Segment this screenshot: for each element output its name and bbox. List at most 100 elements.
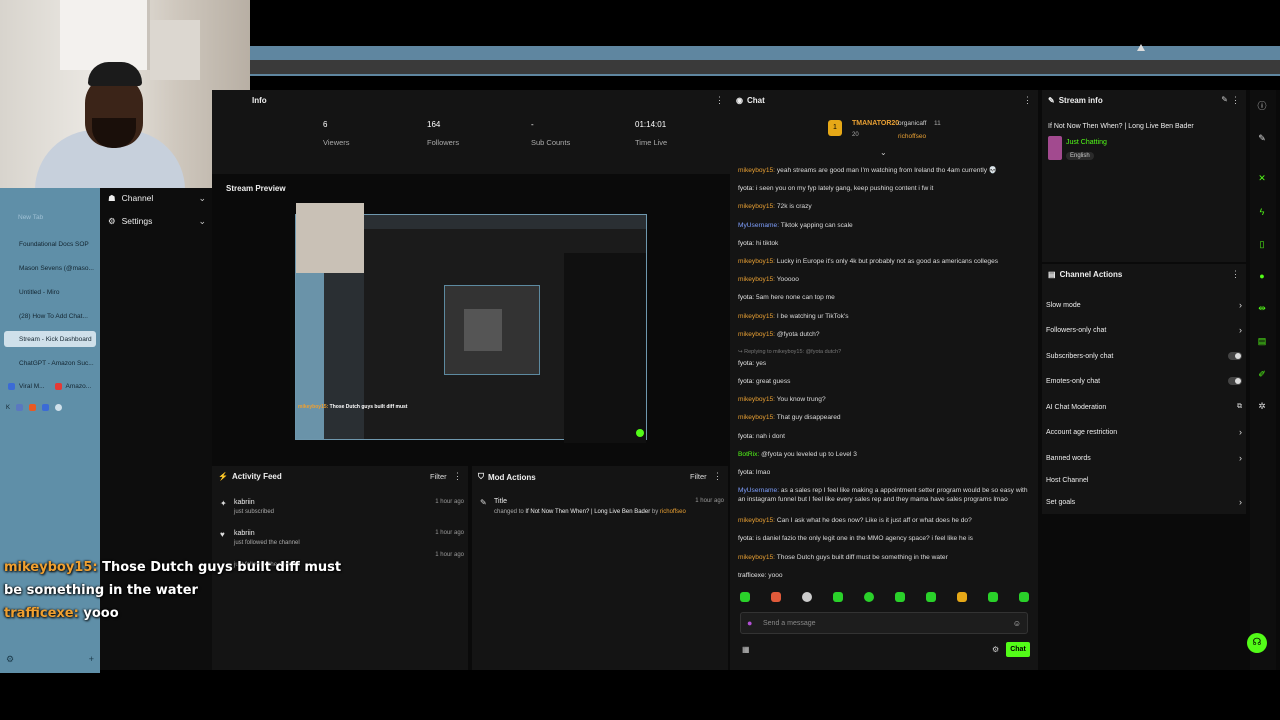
external-link-icon: ⧉ [1237,403,1242,410]
chat-username[interactable]: mikeyboy15: [738,276,775,283]
toggle-switch[interactable] [1228,352,1242,360]
emote-icon[interactable] [833,592,843,602]
action-subscribers-only[interactable]: Subscribers-only chat [1046,349,1242,363]
filter-button[interactable]: Filter [690,472,707,481]
settings-icon[interactable]: ⚙ [6,654,14,665]
pen-icon[interactable]: ✎ [1254,130,1270,146]
collapse-icon[interactable]: ⌄ [880,148,887,157]
category-link[interactable]: Just Chatting [1066,139,1107,146]
emote-icon[interactable] [802,592,812,602]
kebab-menu-icon[interactable]: ⋮ [1231,95,1240,106]
send-chat-button[interactable]: Chat [1006,642,1030,657]
toggle-switch[interactable] [1228,377,1242,385]
chat-username[interactable]: mikeyboy15: [738,331,775,338]
emote-icon[interactable] [988,592,998,602]
address-bar[interactable] [250,60,1280,74]
new-tab-button[interactable]: New Tab [18,214,43,221]
chat-message: mikeyboy15: 72k is crazy [738,202,1034,220]
action-emotes-only[interactable]: Emotes-only chat [1046,374,1242,388]
mod-user[interactable]: richoffseo [660,509,686,515]
pinned-user[interactable]: richoffseo [898,133,926,140]
chat-username[interactable]: mikeyboy15: [738,258,775,265]
kebab-menu-icon[interactable]: ⋮ [1231,269,1240,280]
action-followers-only[interactable]: Followers-only chat › [1046,323,1242,337]
action-host-channel[interactable]: Host Channel [1046,473,1242,487]
edit-icon[interactable]: ✎ [1221,95,1228,104]
tab-viral[interactable]: Viral M... Amazo... [4,378,96,394]
k-icon[interactable]: K [6,405,10,411]
help-chat-button[interactable]: ☊ [1247,633,1267,653]
emote-icon[interactable] [895,592,905,602]
tab-chatgpt[interactable]: ChatGPT - Amazon Suc... [4,355,96,371]
chat-username[interactable]: MyUsername: [738,222,779,229]
chat-username[interactable]: trafficexe: [738,572,766,579]
chat-username[interactable]: mikeyboy15: [738,203,775,210]
kebab-menu-icon[interactable]: ⋮ [453,471,462,482]
chat-username[interactable]: mikeyboy15: [738,414,775,421]
kebab-menu-icon[interactable]: ⋮ [713,471,722,482]
chat-username[interactable]: fyota: [738,378,754,385]
emoji-icon[interactable]: ☺ [1013,619,1021,628]
wrench-icon[interactable]: ✐ [1254,366,1270,382]
chat-username[interactable]: fyota: [738,360,754,367]
chat-username[interactable]: mikeyboy15: [738,517,775,524]
list-icon[interactable]: ▤ [1254,333,1270,349]
close-icon[interactable]: ✕ [1254,170,1270,186]
page-icon[interactable]: ▯ [1254,236,1270,252]
chat-message-input[interactable]: ● Send a message ☺ [740,612,1028,634]
emote-icon[interactable] [740,592,750,602]
action-slow-mode[interactable]: Slow mode › [1046,298,1242,312]
microphone-icon[interactable]: ● [747,618,752,628]
bolt-icon[interactable]: ϟ [1254,204,1270,220]
chat-username[interactable]: mikeyboy15: [738,313,775,320]
chat-username[interactable]: mikeyboy15: [738,167,775,174]
app-icon[interactable] [29,404,37,411]
filter-button[interactable]: Filter [430,472,447,481]
chat-username[interactable]: MyUsername: [738,487,779,494]
emote-icon[interactable] [864,592,874,602]
feed-time: 1 hour ago [435,499,464,505]
action-banned-words[interactable]: Banned words › [1046,451,1242,465]
tab-miro[interactable]: Untitled - Miro [4,284,96,300]
docs-icon[interactable] [42,404,50,411]
emote-icon[interactable] [957,592,967,602]
chat-placeholder: Send a message [763,619,816,627]
tab-foundational-docs[interactable]: Foundational Docs SOP [4,236,96,252]
stream-preview-video[interactable]: mikeyboy15: Those Dutch guys built diff … [295,203,647,443]
settings-icon[interactable]: ✲ [1254,398,1270,414]
gear-icon[interactable]: ⚙ [992,645,999,654]
emote-icon[interactable] [1019,592,1029,602]
chat-message: mikeyboy15: Can I ask what he does now? … [738,516,1034,534]
chat-username[interactable]: fyota: [738,433,754,440]
add-tab-icon[interactable]: + [89,654,94,665]
info-icon[interactable]: ⓘ [1254,98,1270,114]
chat-username[interactable]: mikeyboy15: [738,554,775,561]
kebab-menu-icon[interactable]: ⋮ [1023,95,1032,106]
emote-icon[interactable] [771,592,781,602]
pinned-user[interactable]: organicaff [898,120,926,127]
resize-icon[interactable]: ⇹ [1254,300,1270,316]
chat-username[interactable]: fyota: [738,294,754,301]
action-ai-moderation[interactable]: AI Chat Moderation ⧉ [1046,400,1242,414]
a-icon[interactable] [16,404,24,411]
chat-username[interactable]: fyota: [738,535,754,542]
pinned-user[interactable]: TMANATOR20 [852,120,899,127]
sidebar-item-channel[interactable]: ☗ Channel ⌄ [108,188,206,208]
chat-username[interactable]: BotRix: [738,451,759,458]
chat-bubble-icon[interactable]: ● [1254,268,1270,284]
action-set-goals[interactable]: Set goals › [1046,495,1242,509]
sidebar-item-settings[interactable]: ⚙ Settings ⌄ [108,211,206,231]
tab-mason-sevens[interactable]: Mason Sevens (@maso... [4,260,96,276]
chat-username[interactable]: fyota: [738,185,754,192]
kebab-menu-icon[interactable]: ⋮ [715,95,724,106]
calendar-icon[interactable]: ▦ [742,645,750,654]
chat-message: fyota: nah i dont [738,432,1034,450]
chat-username[interactable]: fyota: [738,240,754,247]
emote-icon[interactable] [926,592,936,602]
tab-youtube[interactable]: (28) How To Add Chat... [4,308,96,324]
globe-icon[interactable] [55,404,63,411]
chat-username[interactable]: fyota: [738,469,754,476]
chat-username[interactable]: mikeyboy15: [738,396,775,403]
tab-kick-dashboard[interactable]: Stream - Kick Dashboard [4,331,96,347]
action-account-age[interactable]: Account age restriction › [1046,425,1242,439]
